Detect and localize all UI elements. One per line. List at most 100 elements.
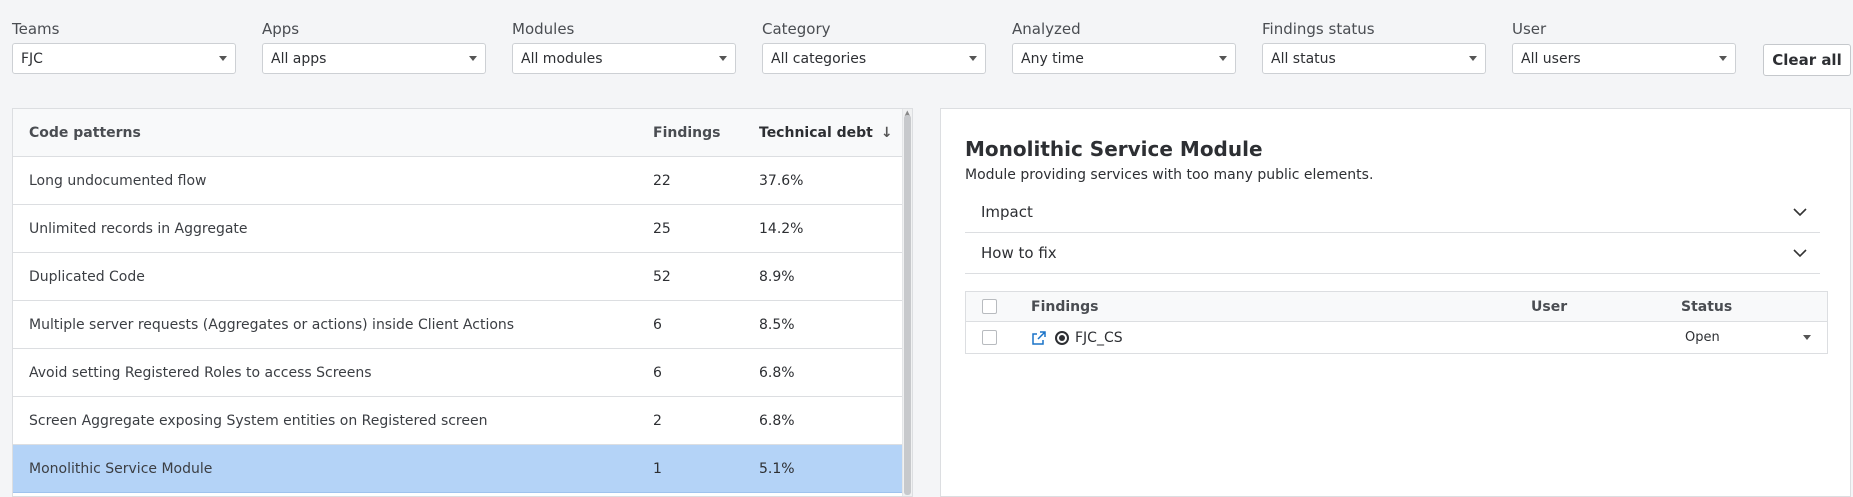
- caret-down-icon: [969, 56, 977, 61]
- table-row[interactable]: Unlimited records in Aggregate 25 14.2%: [13, 205, 912, 253]
- findings-count: 22: [653, 172, 671, 189]
- impact-accordion[interactable]: Impact: [965, 192, 1820, 233]
- column-header-label: Technical debt: [759, 124, 873, 141]
- pattern-name: Multiple server requests (Aggregates or …: [29, 316, 515, 333]
- status-select[interactable]: Open: [1681, 330, 1811, 345]
- sort-descending-icon: ↓: [880, 124, 893, 141]
- filter-label: Analyzed: [1012, 20, 1081, 38]
- pattern-name: Long undocumented flow: [29, 172, 207, 189]
- accordion-label: Impact: [981, 203, 1033, 221]
- select-value: All status: [1271, 50, 1336, 67]
- column-header-findings[interactable]: Findings: [653, 125, 759, 141]
- select-value: All categories: [771, 50, 867, 67]
- caret-down-icon: [1469, 56, 1477, 61]
- finding-row: FJC_CS Open: [966, 322, 1827, 353]
- filter-teams: Teams FJC: [12, 18, 236, 74]
- pattern-name: Duplicated Code: [29, 268, 145, 285]
- pattern-name: Screen Aggregate exposing System entitie…: [29, 412, 488, 429]
- findings-count: 6: [653, 316, 662, 333]
- findings-table: Findings User Status FJC_CS Open: [965, 291, 1828, 354]
- module-icon: [1055, 330, 1069, 345]
- technical-debt-value: 5.1%: [759, 460, 795, 477]
- pattern-name: Unlimited records in Aggregate: [29, 220, 248, 237]
- caret-down-icon: [1719, 56, 1727, 61]
- finding-cell: FJC_CS: [1031, 330, 1531, 346]
- findings-count: 2: [653, 412, 662, 429]
- caret-down-icon: [219, 56, 227, 61]
- status-value: Open: [1685, 330, 1720, 345]
- finding-name: FJC_CS: [1075, 329, 1123, 346]
- filter-user: User All users: [1512, 18, 1736, 74]
- filter-apps: Apps All apps: [262, 18, 486, 74]
- filter-category: Category All categories: [762, 18, 986, 74]
- select-all-checkbox[interactable]: [982, 299, 997, 314]
- filter-label: Teams: [12, 20, 60, 38]
- table-header: Code patterns Findings Technical debt ↓: [13, 109, 912, 157]
- table-row-selected[interactable]: Monolithic Service Module 1 5.1%: [13, 445, 912, 493]
- column-header-code-patterns[interactable]: Code patterns: [13, 125, 653, 141]
- technical-debt-value: 6.8%: [759, 364, 795, 381]
- filter-label: Modules: [512, 20, 575, 38]
- caret-down-icon: [719, 56, 727, 61]
- select-value: Any time: [1021, 50, 1084, 67]
- findings-count: 1: [653, 460, 662, 477]
- caret-down-icon: [469, 56, 477, 61]
- module-icon-dot: [1059, 334, 1065, 341]
- findings-status-select[interactable]: All status: [1262, 43, 1486, 74]
- table-row[interactable]: Duplicated Code 52 8.9%: [13, 253, 912, 301]
- column-header-technical-debt[interactable]: Technical debt ↓: [759, 125, 899, 141]
- accordion-label: How to fix: [981, 244, 1057, 262]
- caret-down-icon: [1803, 335, 1811, 340]
- filter-bar: Teams FJC Apps All apps Modules All modu…: [12, 18, 1762, 74]
- pattern-name: Monolithic Service Module: [29, 460, 213, 477]
- column-header-user: User: [1531, 298, 1568, 315]
- clear-all-button[interactable]: Clear all: [1763, 44, 1851, 76]
- chevron-down-icon: [1793, 249, 1807, 258]
- detail-title: Monolithic Service Module: [965, 137, 1263, 161]
- filter-analyzed: Analyzed Any time: [1012, 18, 1236, 74]
- technical-debt-value: 8.9%: [759, 268, 795, 285]
- select-value: FJC: [21, 50, 43, 67]
- table-row[interactable]: Screen Aggregate exposing System entitie…: [13, 397, 912, 445]
- technical-debt-value: 14.2%: [759, 220, 804, 237]
- column-header-status: Status: [1681, 298, 1733, 315]
- select-value: All users: [1521, 50, 1581, 67]
- row-select-cell: [966, 330, 1031, 345]
- filter-label: Category: [762, 20, 831, 38]
- chevron-down-icon: [1793, 208, 1807, 217]
- findings-table-header: Findings User Status: [966, 292, 1827, 322]
- select-value: All apps: [271, 50, 327, 67]
- technical-debt-value: 37.6%: [759, 172, 804, 189]
- filter-label: User: [1512, 20, 1547, 38]
- pattern-name: Avoid setting Registered Roles to access…: [29, 364, 372, 381]
- status-cell: Open: [1681, 330, 1827, 345]
- findings-count: 6: [653, 364, 662, 381]
- user-select[interactable]: All users: [1512, 43, 1736, 74]
- findings-count: 52: [653, 268, 671, 285]
- table-row[interactable]: Multiple server requests (Aggregates or …: [13, 301, 912, 349]
- category-select[interactable]: All categories: [762, 43, 986, 74]
- column-header-findings: Findings: [1031, 298, 1099, 315]
- table-row[interactable]: Avoid setting Registered Roles to access…: [13, 349, 912, 397]
- external-link-icon[interactable]: [1031, 330, 1047, 346]
- filter-label: Findings status: [1262, 20, 1375, 38]
- filter-findings-status: Findings status All status: [1262, 18, 1486, 74]
- detail-description: Module providing services with too many …: [965, 167, 1374, 183]
- teams-select[interactable]: FJC: [12, 43, 236, 74]
- scrollbar-thumb[interactable]: [904, 115, 911, 495]
- filter-label: Apps: [262, 20, 300, 38]
- analyzed-select[interactable]: Any time: [1012, 43, 1236, 74]
- modules-select[interactable]: All modules: [512, 43, 736, 74]
- technical-debt-value: 6.8%: [759, 412, 795, 429]
- row-checkbox[interactable]: [982, 330, 997, 345]
- caret-down-icon: [1219, 56, 1227, 61]
- pattern-detail-panel: Monolithic Service Module Module providi…: [940, 108, 1851, 497]
- select-all-cell: [966, 299, 1031, 314]
- table-row[interactable]: Long undocumented flow 22 37.6%: [13, 157, 912, 205]
- technical-debt-value: 8.5%: [759, 316, 795, 333]
- findings-count: 25: [653, 220, 671, 237]
- filter-modules: Modules All modules: [512, 18, 736, 74]
- how-to-fix-accordion[interactable]: How to fix: [965, 233, 1820, 274]
- apps-select[interactable]: All apps: [262, 43, 486, 74]
- scrollbar[interactable]: ▲: [902, 109, 912, 496]
